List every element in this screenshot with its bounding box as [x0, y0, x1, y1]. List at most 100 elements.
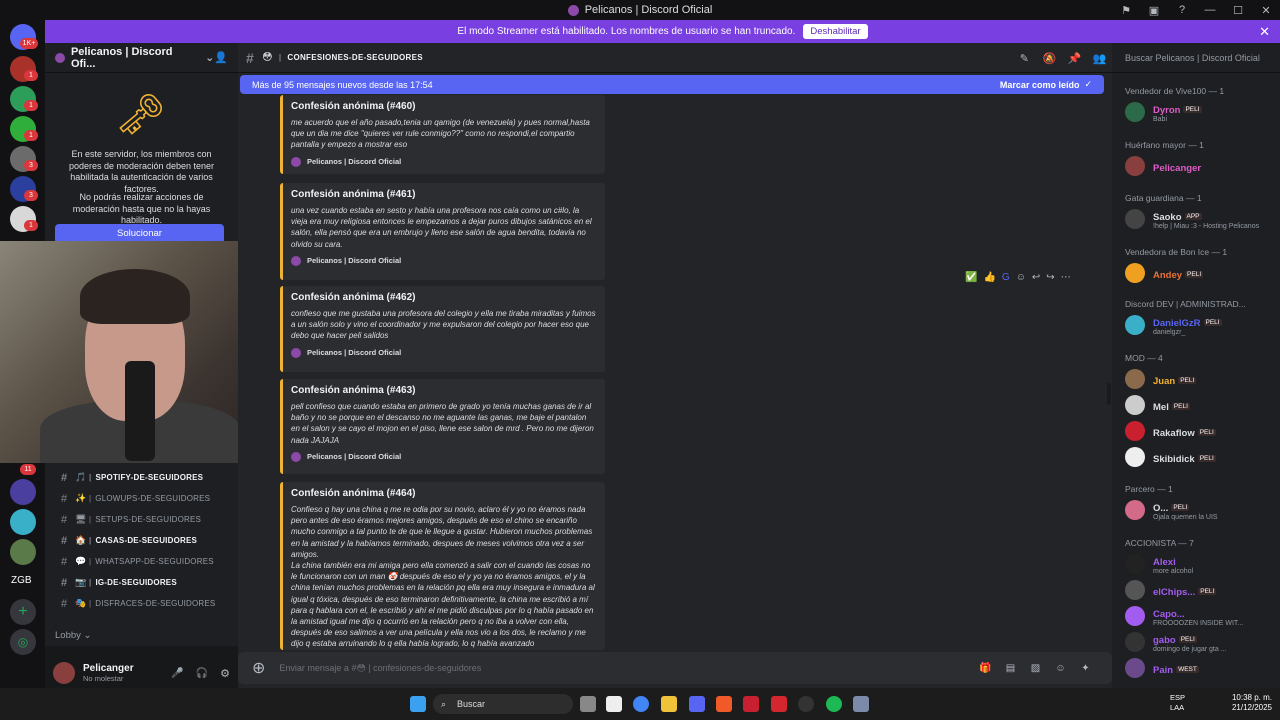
more-icon[interactable]: ⋯ — [1061, 272, 1071, 283]
gift-icon[interactable]: 🎁 — [973, 663, 998, 674]
member-item[interactable]: elChips... PELI — [1125, 579, 1217, 601]
member-item[interactable]: Juan PELI — [1125, 368, 1197, 390]
message-composer[interactable]: ⊕ Enviar mensaje a #😳 | confesiones-de-s… — [238, 652, 1112, 684]
inbox-icon[interactable]: ⚑ — [1112, 4, 1140, 17]
member-item[interactable]: Andey PELI — [1125, 262, 1204, 284]
server-avatar-icon — [291, 156, 301, 167]
pin-icon[interactable]: 📌 — [1062, 52, 1087, 65]
member-item[interactable]: O... PELI Ojala quemen la UIS — [1125, 499, 1218, 521]
discord-icon[interactable] — [689, 696, 705, 712]
headphones-icon[interactable]: 🎧 — [196, 668, 208, 679]
embed-footer: Pelicanos | Discord Oficial — [291, 347, 597, 358]
channel-item[interactable]: # 🏠 | casas-de-seguidores — [45, 530, 238, 551]
notion-icon[interactable] — [606, 696, 622, 712]
close-banner-icon[interactable]: ✕ — [1259, 24, 1270, 40]
app-icon[interactable] — [771, 696, 787, 712]
minimize-button[interactable]: — — [1196, 4, 1224, 16]
channel-item[interactable]: # 💬 | whatsapp-de-seguidores — [45, 551, 238, 572]
thumbs-up-icon[interactable]: 👍 — [983, 272, 995, 283]
server-icon[interactable] — [10, 539, 36, 565]
disable-streamer-button[interactable]: Deshabilitar — [803, 24, 868, 39]
plus-icon[interactable]: ⊕ — [252, 658, 265, 678]
channel-separator: | — [89, 515, 92, 524]
confession-embed: Confesión anónima (#460) me acuerdo que … — [280, 95, 605, 174]
screen-icon[interactable]: ▣ — [1140, 4, 1168, 17]
taskbar-search[interactable]: ⌕ Buscar — [433, 694, 573, 714]
member-item[interactable]: Capo... FROOOOZEN INSIDE WIT... — [1125, 605, 1243, 627]
member-item[interactable]: Pelicanger — [1125, 155, 1201, 177]
embed-title: Confesión anónima (#462) — [291, 292, 416, 303]
settings-icon[interactable]: ⚙ — [220, 667, 230, 680]
server-label-zgb[interactable]: ZGB — [11, 575, 32, 586]
member-item[interactable]: gabo PELI domingo de jugar gta ... — [1125, 631, 1227, 653]
new-messages-bar[interactable]: Más de 95 mensajes nuevos desde las 17:5… — [240, 75, 1104, 94]
server-avatar-icon — [291, 347, 301, 358]
scrollbar[interactable] — [1107, 383, 1111, 405]
search-icon: ⌕ — [441, 699, 447, 709]
add-reaction-icon[interactable]: ☺ — [1016, 272, 1026, 283]
member-item[interactable]: Skibidick PELI — [1125, 446, 1216, 468]
gif-icon[interactable]: ▤ — [998, 663, 1023, 674]
windows-start-icon[interactable] — [410, 696, 426, 712]
member-item[interactable]: Pain WEST — [1125, 657, 1199, 679]
server-header[interactable]: Pelicanos | Discord Ofi... ⌄ 👤 — [45, 43, 238, 73]
hash-icon: # — [61, 471, 68, 484]
language-layout: LAA — [1170, 703, 1185, 712]
task-view-icon[interactable] — [580, 696, 596, 712]
channel-item[interactable]: # 📷 | ig-de-seguidores — [45, 572, 238, 593]
hash-icon: # — [61, 492, 68, 505]
check-emoji-icon[interactable]: ✅ — [965, 272, 977, 283]
category-lobby[interactable]: Lobby ⌄ — [55, 630, 92, 641]
member-item[interactable]: Mel PELI — [1125, 394, 1190, 416]
webcam-hair — [80, 269, 190, 324]
clock[interactable]: 10:38 p. m. 21/12/2025 — [1232, 693, 1272, 713]
add-server-icon[interactable]: + — [10, 599, 36, 625]
channel-item[interactable]: # ✨ | glowups-de-seguidores — [45, 488, 238, 509]
obs-icon[interactable] — [798, 696, 814, 712]
maximize-button[interactable]: ☐ — [1224, 4, 1252, 17]
add-member-icon[interactable]: 👤 — [214, 51, 228, 64]
explorer-icon[interactable] — [661, 696, 677, 712]
sticker-icon[interactable]: ▨ — [1023, 663, 1048, 674]
help-icon[interactable]: ? — [1168, 4, 1196, 16]
server-icon[interactable] — [10, 479, 36, 505]
member-item[interactable]: Alexi more alcohol — [1125, 553, 1193, 575]
spotify-icon[interactable] — [826, 696, 842, 712]
badge: 1 — [24, 220, 38, 231]
language-indicator[interactable]: ESP LAA — [1170, 693, 1185, 713]
chrome-icon[interactable] — [633, 696, 649, 712]
channel-item[interactable]: # 🎵 | spotify-de-seguidores — [45, 467, 238, 488]
member-item[interactable]: DanielGzR PELI danielgzr_ — [1125, 314, 1222, 336]
threads-icon[interactable]: ✎ — [1012, 52, 1037, 65]
members-icon[interactable]: 👥 — [1087, 52, 1112, 65]
member-name: Skibidick — [1153, 453, 1195, 465]
close-window-button[interactable]: ✕ — [1252, 4, 1280, 17]
apps-icon[interactable]: ✦ — [1073, 663, 1098, 674]
app-icon[interactable] — [743, 696, 759, 712]
member-item[interactable]: Saoko APP !help | Miau :3 - Hosting Pelica… — [1125, 208, 1259, 230]
mic-icon[interactable]: 🎤 — [171, 668, 183, 679]
avatar[interactable] — [53, 662, 75, 684]
message-input[interactable]: Enviar mensaje a #😳 | confesiones-de-seg… — [279, 663, 481, 674]
member-item[interactable]: Dyron PELI Babi — [1125, 101, 1202, 123]
webcam-overlay — [0, 241, 263, 463]
channel-label: spotify-de-seguidores — [95, 473, 204, 482]
channel-item[interactable]: # 🖥 | setups-de-seguidores — [45, 509, 238, 530]
forward-icon[interactable]: ↪ — [1046, 272, 1054, 283]
discord-logo-icon — [567, 4, 579, 16]
message-actions: ✅ 👍 G ☺ ↩ ↪ ⋯ — [965, 269, 1077, 285]
app-icon[interactable] — [853, 696, 869, 712]
explore-icon[interactable]: ◎ — [10, 629, 36, 655]
avatar — [1125, 500, 1145, 520]
emoji-icon[interactable]: ☺ — [1048, 663, 1073, 674]
brave-icon[interactable] — [716, 696, 732, 712]
mark-as-read-button[interactable]: Marcar como leído — [1000, 80, 1080, 90]
mute-bell-icon[interactable]: 🔕 — [1037, 52, 1062, 65]
confession-embed: Confesión anónima (#461) una vez cuando … — [280, 183, 605, 280]
server-icon[interactable] — [10, 509, 36, 535]
channel-item[interactable]: # 🎭 | disfraces-de-seguidores — [45, 593, 238, 614]
g-emoji-icon[interactable]: G — [1002, 272, 1010, 283]
search-input[interactable]: Buscar Pelicanos | Discord Oficial — [1112, 43, 1280, 73]
reply-icon[interactable]: ↩ — [1032, 272, 1040, 283]
member-item[interactable]: Rakaflow PELI — [1125, 420, 1216, 442]
